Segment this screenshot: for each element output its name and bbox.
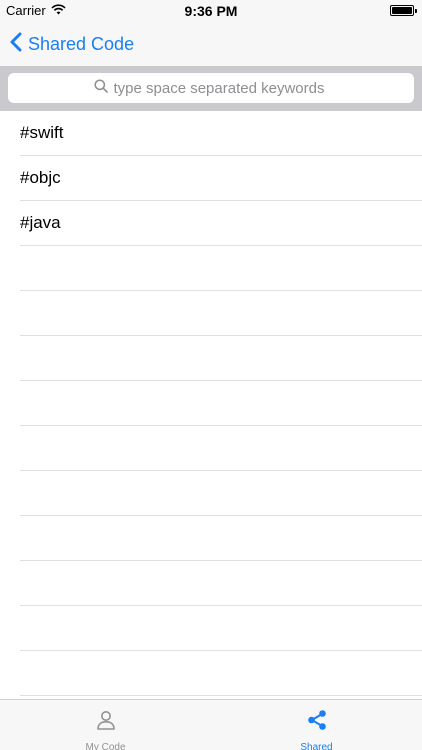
battery-icon — [390, 5, 417, 16]
navigation-bar: Shared Code — [0, 22, 422, 66]
tab-shared[interactable]: Shared — [211, 700, 422, 750]
empty-row — [20, 471, 422, 516]
empty-row — [20, 426, 422, 471]
back-button-label: Shared Code — [28, 33, 135, 54]
tab-label: My Code — [85, 742, 126, 750]
chevron-left-icon — [10, 32, 22, 57]
empty-row — [20, 651, 422, 696]
list-item[interactable]: #objc — [20, 156, 422, 201]
tag-list: #swift #objc #java — [0, 111, 422, 699]
empty-row — [20, 246, 422, 291]
person-icon — [95, 709, 117, 736]
empty-row — [20, 291, 422, 336]
empty-row — [20, 561, 422, 606]
empty-row — [20, 516, 422, 561]
empty-row — [20, 381, 422, 426]
list-item[interactable]: #java — [20, 201, 422, 246]
search-bar — [0, 66, 422, 111]
list-item[interactable]: #swift — [20, 111, 422, 156]
status-bar: Carrier 9:36 PM — [0, 0, 422, 22]
search-icon — [93, 78, 108, 98]
tab-bar: My Code Shared — [0, 699, 422, 750]
status-time: 9:36 PM — [184, 3, 238, 19]
tab-my-code[interactable]: My Code — [0, 700, 211, 750]
search-field[interactable] — [8, 73, 414, 103]
empty-row — [20, 606, 422, 651]
tab-label: Shared — [300, 742, 333, 750]
empty-row — [20, 336, 422, 381]
back-button[interactable]: Shared Code — [10, 30, 134, 58]
search-input[interactable] — [113, 79, 329, 97]
share-icon — [306, 709, 328, 736]
